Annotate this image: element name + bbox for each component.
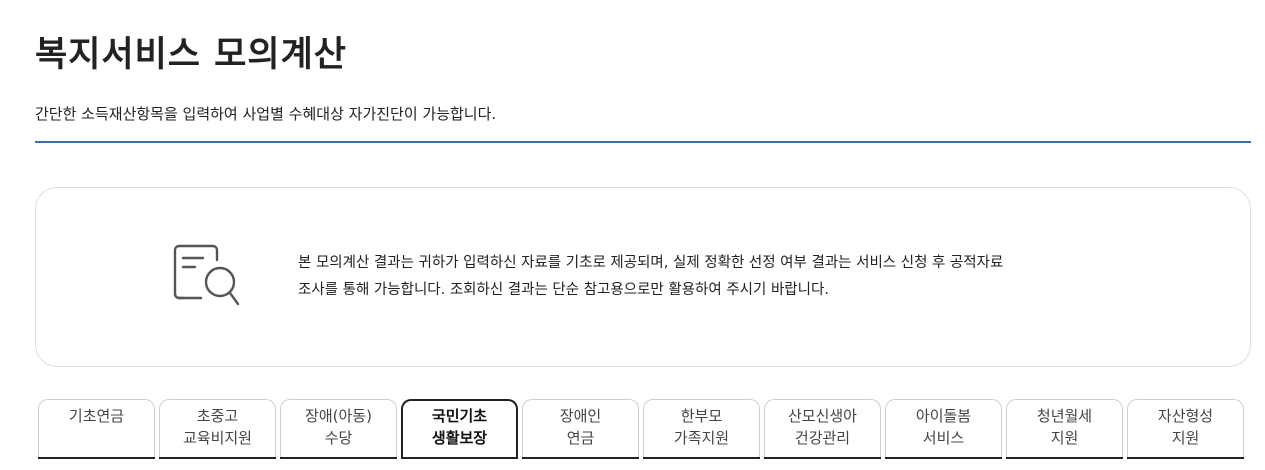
page-description: 간단한 소득재산항목을 입력하여 사업별 수혜대상 자가진단이 가능합니다.: [35, 105, 497, 123]
tab-disabled-child-allowance[interactable]: 장애(아동) 수당: [280, 399, 397, 459]
tab-asset-building-support[interactable]: 자산형성 지원: [1127, 399, 1244, 459]
tab-label-line1: 자산형성: [1157, 407, 1214, 425]
tab-maternal-newborn-care[interactable]: 산모신생아 건강관리: [764, 399, 881, 459]
notice-box: 본 모의계산 결과는 귀하가 입력하신 자료를 기초로 제공되며, 실제 정확한…: [35, 187, 1251, 367]
tab-label-line1: 초중고: [196, 407, 239, 425]
tab-label-line1: 한부모: [680, 407, 723, 425]
title-divider: [35, 141, 1251, 143]
document-search-icon: [173, 244, 240, 306]
tab-single-parent-support[interactable]: 한부모 가족지원: [643, 399, 760, 459]
tab-label-line2: 생활보장: [431, 429, 488, 447]
tab-youth-rent-support[interactable]: 청년월세 지원: [1006, 399, 1123, 459]
tab-label-line1: 산모신생아: [787, 407, 857, 425]
tab-label-line2: 수당: [324, 429, 353, 447]
tab-label-line2: 지원: [1050, 429, 1079, 447]
tab-label-line2: 가족지원: [673, 429, 730, 447]
tab-disability-pension[interactable]: 장애인 연금: [522, 399, 639, 459]
tab-education-support[interactable]: 초중고 교육비지원: [159, 399, 276, 459]
tab-label-line1: 국민기초: [431, 407, 488, 425]
service-tabs: 기초연금 초중고 교육비지원 장애(아동) 수당 국민기초 생활보장 장애인 연…: [38, 399, 1248, 459]
tab-label-line1: 아이돌봄: [915, 407, 972, 425]
tab-basic-livelihood[interactable]: 국민기초 생활보장: [401, 399, 518, 459]
tab-label-line1: 장애(아동): [305, 407, 372, 425]
tab-label-line1: 기초연금: [68, 407, 125, 425]
tab-childcare-service[interactable]: 아이돌봄 서비스: [885, 399, 1002, 459]
tab-basic-pension[interactable]: 기초연금: [38, 399, 155, 459]
tab-label-line2: 지원: [1171, 429, 1200, 447]
notice-line-1: 본 모의계산 결과는 귀하가 입력하신 자료를 기초로 제공되며, 실제 정확한…: [298, 255, 1004, 271]
tab-label-line2: 건강관리: [794, 429, 851, 447]
tab-label-line1: 청년월세: [1036, 407, 1093, 425]
tab-label-line2: 교육비지원: [182, 429, 252, 447]
notice-line-2: 조사를 통해 가능합니다. 조회하신 결과는 단순 참고용으로만 활용하여 주시…: [298, 282, 829, 298]
tab-label-line2: 서비스: [922, 429, 965, 447]
tab-label-line1: 장애인: [559, 407, 602, 425]
tab-label-line2: 연금: [566, 429, 595, 447]
notice-text: 본 모의계산 결과는 귀하가 입력하신 자료를 기초로 제공되며, 실제 정확한…: [298, 250, 1128, 304]
page-title: 복지서비스 모의계산: [35, 35, 347, 75]
